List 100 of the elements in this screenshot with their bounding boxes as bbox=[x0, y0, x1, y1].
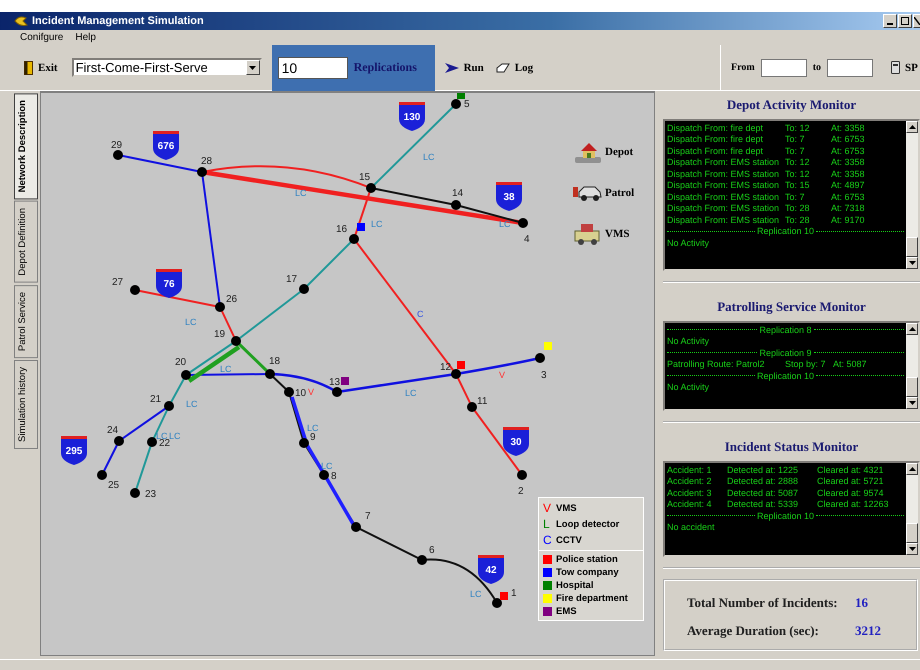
log-button[interactable]: Log bbox=[494, 62, 536, 74]
legend-label: VMS bbox=[556, 502, 577, 514]
scroll-down-icon[interactable] bbox=[908, 547, 916, 551]
sensor-label: LC bbox=[371, 219, 383, 229]
policy-dropdown[interactable]: First-Come-First-Serve bbox=[72, 58, 262, 77]
scroll-thumb[interactable] bbox=[906, 523, 918, 543]
side-tab[interactable]: Network Description bbox=[14, 93, 38, 200]
side-tab[interactable]: Depot Definition bbox=[14, 201, 38, 283]
node-dot[interactable] bbox=[351, 522, 361, 532]
scrollbar[interactable] bbox=[906, 463, 918, 555]
node-label: 11 bbox=[477, 396, 488, 407]
node-dot[interactable] bbox=[114, 436, 124, 446]
log-cell-text: To: 7 bbox=[785, 192, 806, 202]
maximize-button[interactable] bbox=[898, 14, 912, 28]
node-dot[interactable] bbox=[492, 598, 502, 608]
scroll-down-icon[interactable] bbox=[908, 261, 916, 265]
node-dot[interactable] bbox=[417, 555, 427, 565]
log-cell: Cleared at: 5721 bbox=[817, 476, 884, 486]
scrollbar[interactable] bbox=[906, 323, 918, 409]
side-tab[interactable]: Patrol Service bbox=[14, 285, 38, 358]
sensor-label: V bbox=[499, 370, 506, 380]
node-dot[interactable] bbox=[265, 369, 275, 379]
node-dot[interactable] bbox=[197, 167, 207, 177]
node-dot[interactable] bbox=[130, 488, 140, 498]
legend-symbol: L bbox=[543, 517, 551, 531]
node-dot[interactable] bbox=[231, 336, 241, 346]
node-label: 10 bbox=[295, 388, 306, 399]
calculator-icon bbox=[891, 61, 900, 74]
legend-symbol: C bbox=[543, 533, 552, 547]
node-dot[interactable] bbox=[451, 200, 461, 210]
node-dot[interactable] bbox=[181, 370, 191, 380]
log-cell-text: Dispatch From: fire dept bbox=[667, 146, 764, 156]
node-label: 8 bbox=[331, 471, 337, 482]
scrollbar[interactable] bbox=[906, 121, 918, 269]
to-field[interactable] bbox=[827, 58, 874, 76]
minimize-button[interactable] bbox=[883, 14, 897, 28]
sensor-label: LC bbox=[470, 589, 482, 599]
exit-button[interactable]: Exit bbox=[22, 60, 60, 74]
interstate-shield: 130 bbox=[399, 102, 425, 131]
node-label: 2 bbox=[518, 486, 524, 497]
node-dot[interactable] bbox=[215, 302, 225, 312]
node-dot[interactable] bbox=[164, 401, 174, 411]
node-dot[interactable] bbox=[451, 99, 461, 109]
log-cell-text: Stop by: 7 bbox=[785, 359, 827, 370]
sensor-label: LC bbox=[295, 188, 307, 198]
scroll-up-icon[interactable] bbox=[908, 125, 916, 129]
sensor-label: C bbox=[417, 309, 424, 319]
scroll-thumb[interactable] bbox=[906, 377, 918, 397]
play-arrow-icon bbox=[444, 62, 459, 72]
log-cell-text: Detected at: 1225 bbox=[727, 464, 800, 475]
node-dot[interactable] bbox=[366, 183, 376, 193]
legend-label: CCTV bbox=[556, 534, 582, 546]
node-dot[interactable] bbox=[113, 150, 123, 160]
node-dot[interactable] bbox=[332, 387, 342, 397]
node-dot[interactable] bbox=[319, 470, 329, 480]
node-dot[interactable] bbox=[467, 402, 477, 412]
scroll-up-icon[interactable] bbox=[908, 467, 916, 471]
menu-item[interactable]: Help bbox=[75, 32, 96, 43]
log-cell-text: To: 12 bbox=[785, 122, 811, 133]
node-dot[interactable] bbox=[451, 369, 461, 379]
replications-field[interactable]: 10 bbox=[278, 56, 348, 78]
side-tab[interactable]: Simulation history bbox=[14, 360, 38, 450]
replication-separator: Replication 10 bbox=[756, 510, 814, 521]
scroll-thumb[interactable] bbox=[906, 237, 918, 257]
node-dot[interactable] bbox=[130, 285, 140, 295]
node-dot[interactable] bbox=[349, 234, 359, 244]
node-dot[interactable] bbox=[518, 218, 528, 228]
scroll-up-icon[interactable] bbox=[908, 327, 916, 331]
legend-label: Loop detector bbox=[556, 518, 620, 530]
node-dot[interactable] bbox=[284, 387, 294, 397]
node-dot[interactable] bbox=[517, 470, 527, 480]
node-dot[interactable] bbox=[97, 470, 107, 480]
sensor-label: LC bbox=[185, 317, 197, 327]
log-cell-text: To: 28 bbox=[785, 214, 811, 225]
legend-symbol: V bbox=[543, 501, 552, 515]
log-cell: Cleared at: 4321 bbox=[817, 464, 884, 475]
from-field[interactable] bbox=[760, 58, 807, 76]
summary-value: 3212 bbox=[855, 623, 881, 639]
legend-label: Hospital bbox=[556, 580, 594, 591]
scroll-down-icon[interactable] bbox=[908, 401, 916, 405]
node-dot[interactable] bbox=[147, 437, 157, 447]
menu-item[interactable]: Conifgure bbox=[20, 32, 64, 43]
sensor-label: LC bbox=[423, 152, 435, 162]
close-button[interactable] bbox=[913, 14, 920, 28]
log-note: No Activity bbox=[667, 238, 710, 248]
log-cell: At: 6753 bbox=[831, 134, 865, 144]
log-cell-text: Dispatch From: EMS station bbox=[667, 192, 780, 202]
node-dot[interactable] bbox=[535, 353, 545, 363]
log-cell-text: To: 28 bbox=[785, 203, 811, 214]
interstate-shield: 42 bbox=[478, 555, 504, 584]
log-cell-text: Detected at: 2888 bbox=[727, 476, 800, 486]
sp-button[interactable]: SP bbox=[889, 61, 920, 74]
node-dot[interactable] bbox=[299, 438, 309, 448]
legend-label: EMS bbox=[556, 606, 577, 617]
run-button[interactable]: Run bbox=[442, 62, 486, 74]
log-cell: Cleared at: 9574 bbox=[817, 488, 884, 498]
log-cell-text: Dispatch From: EMS station bbox=[667, 203, 780, 214]
node-dot[interactable] bbox=[299, 284, 309, 294]
summary-value: 16 bbox=[855, 595, 868, 611]
node-label: 14 bbox=[452, 188, 464, 199]
